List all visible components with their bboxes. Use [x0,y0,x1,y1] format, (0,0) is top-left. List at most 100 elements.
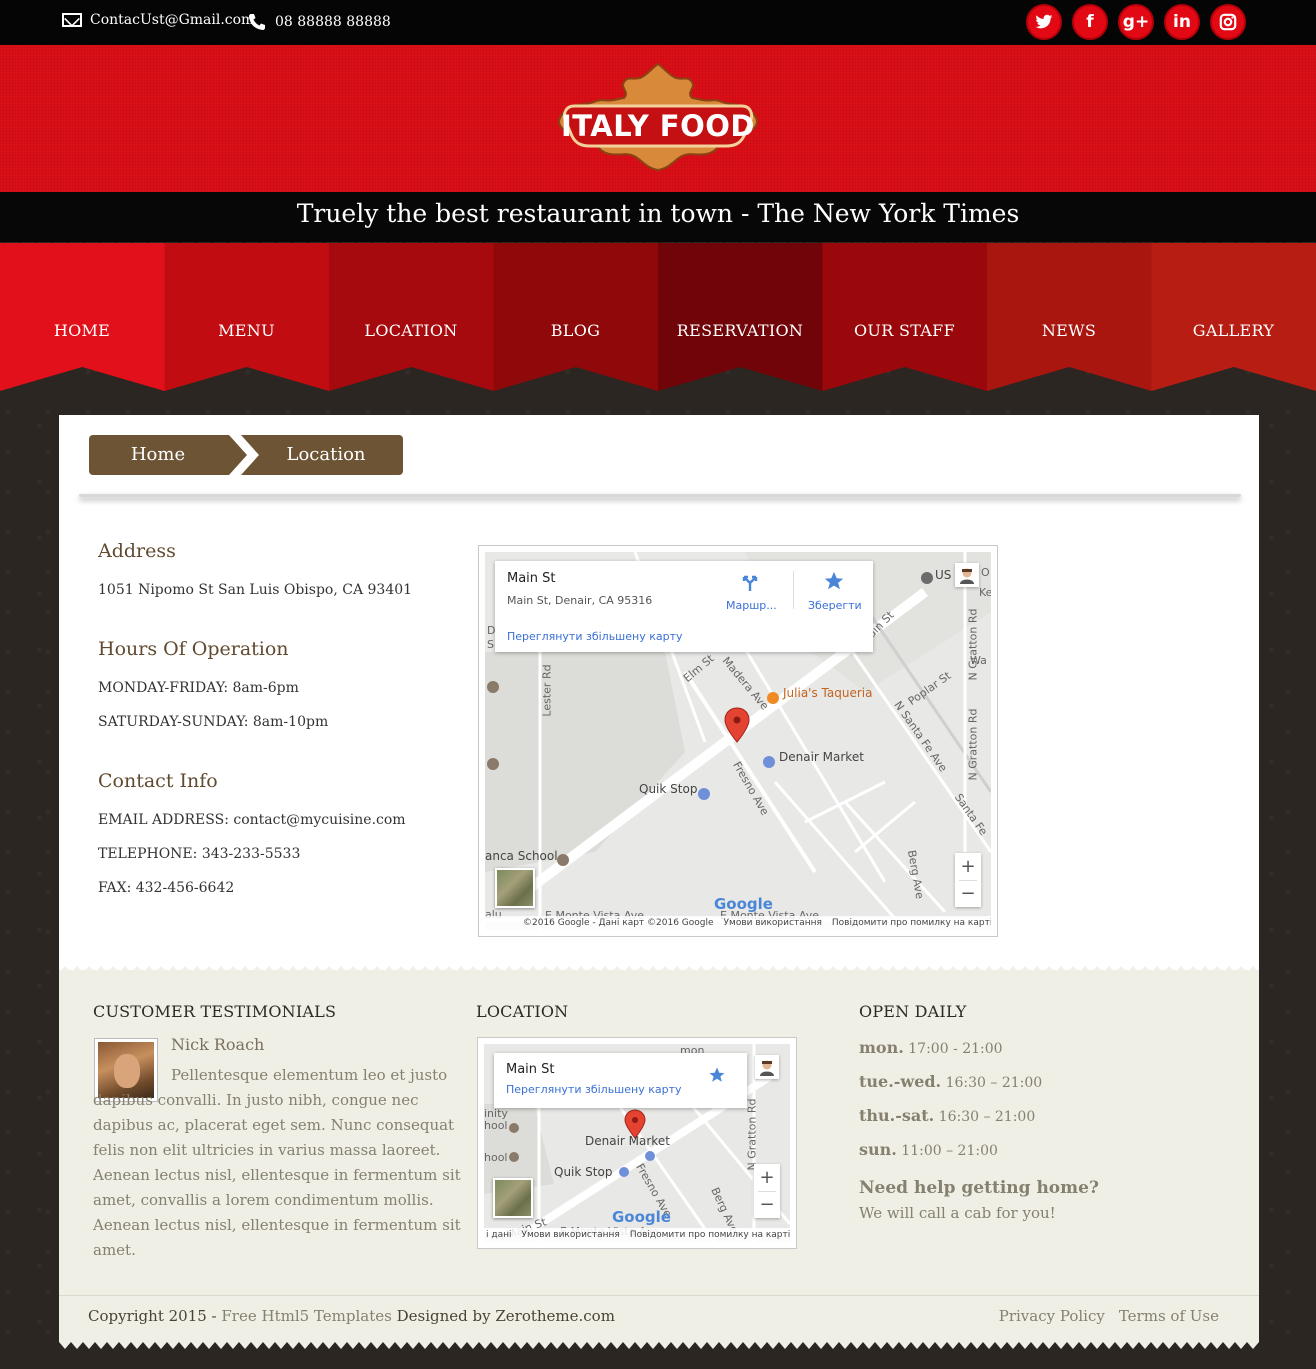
top-phone-text[interactable]: 08 88888 88888 [275,14,391,30]
nav-item-location[interactable]: LOCATION [329,321,493,340]
small-map-avatar-icon[interactable] [755,1055,779,1079]
nav-item-our-staff[interactable]: OUR STAFF [823,321,987,340]
breadcrumb-home[interactable]: Home [89,435,237,475]
nav-item-blog[interactable]: BLOG [494,321,658,340]
map-label-school[interactable]: anca School [485,849,558,863]
location-info: Address 1051 Nipomo St San Luis Obispo, … [98,540,458,914]
contact-title: Contact Info [98,770,218,792]
linkedin-icon[interactable]: in [1164,4,1200,40]
contact-email: EMAIL ADDRESS: contact@mycuisine.com [98,812,406,828]
breadcrumb-current: Location [237,435,403,475]
hours-row: mon. 17:00 - 21:00 [859,1038,1042,1057]
small-map-zoom-in[interactable]: + [754,1164,780,1191]
map-label-quik-stop[interactable]: Quik Stop [639,782,697,796]
small-map-footer-data: і дані [486,1230,512,1240]
google-plus-glyph: g+ [1122,12,1150,32]
google-plus-icon[interactable]: g+ [1118,4,1154,40]
map-footer-data: ©2016 Google - Дані карт ©2016 Google [523,918,714,928]
map-avatar-icon[interactable] [955,563,979,587]
map-label-lester: Lester Rd [540,664,554,717]
hours-row: sun. 11:00 – 21:00 [859,1140,1042,1159]
nav-item-news[interactable]: NEWS [987,321,1151,340]
small-map-info-card: Main St Переглянути збільшену карту [494,1053,747,1108]
map-directions-link[interactable]: Маршр... [726,599,777,612]
small-map-quik-stop[interactable]: Quik Stop [554,1165,612,1179]
twitter-icon[interactable] [1026,4,1062,40]
zoom-in-button[interactable]: + [955,853,981,880]
map-larger-link[interactable]: Переглянути збільшену карту [507,630,683,643]
breadcrumb: Home Location [89,435,403,475]
main-map[interactable]: Elm St Madera Ave Fresno Ave Lester Rd P… [478,545,998,937]
map-label-gratton: N Gratton Rd [966,608,980,681]
main-map-canvas[interactable]: Elm St Madera Ave Fresno Ave Lester Rd P… [485,552,991,930]
star-icon[interactable] [823,570,845,592]
map-footer-report[interactable]: Повідомити про помилку на карті [832,918,991,928]
hours-row: tue.-wed. 16:30 – 21:00 [859,1072,1042,1091]
hours-weekend: SATURDAY-SUNDAY: 8am-10pm [98,714,329,730]
small-map-footer-terms[interactable]: Умови використання [521,1230,619,1240]
footer-location-title: LOCATION [476,1002,569,1021]
hours-time: 16:30 – 21:00 [938,1109,1036,1125]
address-title: Address [98,540,176,562]
footer-map[interactable]: Denair Market Quik Stop Fresno Ave Berg … [477,1037,797,1249]
nav-item-home[interactable]: HOME [0,321,164,340]
testimonial-name: Nick Roach [171,1035,265,1054]
hours-title: Hours Of Operation [98,638,289,660]
satellite-toggle[interactable] [495,868,535,908]
contact-telephone: TELEPHONE: 343-233-5533 [98,846,301,862]
top-phone[interactable]: 08 88888 88888 [247,12,391,32]
top-email-text[interactable]: ContacUst@Gmail.com [90,12,254,28]
small-map-star-icon[interactable] [708,1066,726,1084]
help-title: Need help getting home? [859,1178,1099,1198]
instagram-icon[interactable] [1210,4,1246,40]
top-bar: ContacUst@Gmail.com 08 88888 88888 f g+ … [0,0,1316,45]
map-label-julias[interactable]: Julia's Taqueria [783,686,872,700]
small-map-title: Main St [506,1062,555,1077]
phone-icon [249,14,265,30]
address-text: 1051 Nipomo St San Luis Obispo, CA 93401 [98,582,413,598]
logo[interactable]: ITALY FOOD [554,62,762,172]
footer-zigzag-bottom [59,1342,1259,1349]
top-email[interactable]: ContacUst@Gmail.com [62,12,254,28]
nav-item-reservation[interactable]: RESERVATION [658,321,822,340]
small-map-larger-link[interactable]: Переглянути збільшену карту [506,1083,682,1096]
map-card-address: Main St, Denair, CA 95316 [507,594,653,607]
tagline: Truely the best restaurant in town - The… [296,199,1020,228]
facebook-icon[interactable]: f [1072,4,1108,40]
small-map-google-text: Google [612,1208,671,1226]
map-footer-terms[interactable]: Умови використання [724,918,822,928]
small-map-zoom-out[interactable]: − [754,1191,780,1218]
small-map-hool-2: hool [484,1151,508,1164]
nav-item-gallery[interactable]: GALLERY [1152,321,1316,340]
copyright-tail: Designed by Zerotheme.com [391,1307,615,1325]
nav-panel [493,243,658,391]
map-card-title: Main St [507,571,556,586]
terms-of-use-link[interactable]: Terms of Use [1119,1307,1219,1325]
nav-panel [1151,243,1316,391]
nav-item-menu[interactable]: MENU [165,321,329,340]
directions-icon[interactable] [739,571,761,593]
map-label-s: S [487,638,494,651]
zoom-out-button[interactable]: − [955,880,981,907]
small-map-satellite-toggle[interactable] [493,1178,533,1218]
map-label-o: O [981,566,990,579]
small-map-footer-report[interactable]: Повідомити про помилку на карті [630,1230,790,1240]
privacy-policy-link[interactable]: Privacy Policy [999,1307,1105,1325]
google-logo-text: Google [714,895,773,913]
open-hours-list: mon. 17:00 - 21:00 tue.-wed. 16:30 – 21:… [859,1038,1042,1174]
map-label-wa: Wa [970,654,987,667]
hours-weekday: MONDAY-FRIDAY: 8am-6pm [98,680,299,696]
footer-map-canvas[interactable]: Denair Market Quik Stop Fresno Ave Berg … [484,1044,790,1242]
hours-day: mon. [859,1038,904,1057]
footer: CUSTOMER TESTIMONIALS Nick Roach Pellent… [59,970,1259,1342]
map-save-link[interactable]: Зберегти [808,599,862,612]
hours-time: 17:00 - 21:00 [908,1041,1003,1057]
small-map-denair-market[interactable]: Denair Market [585,1134,670,1148]
contact-fax: FAX: 432-456-6642 [98,880,235,896]
templates-link[interactable]: Free Html5 Templates [221,1307,391,1325]
nav-background [0,233,1316,391]
nav-panel [658,243,823,391]
testimonial-text: Pellentesque elementum leo et justo dapi… [93,1066,461,1259]
hours-row: thu.-sat. 16:30 – 21:00 [859,1106,1042,1125]
map-label-denair-market[interactable]: Denair Market [779,750,864,764]
